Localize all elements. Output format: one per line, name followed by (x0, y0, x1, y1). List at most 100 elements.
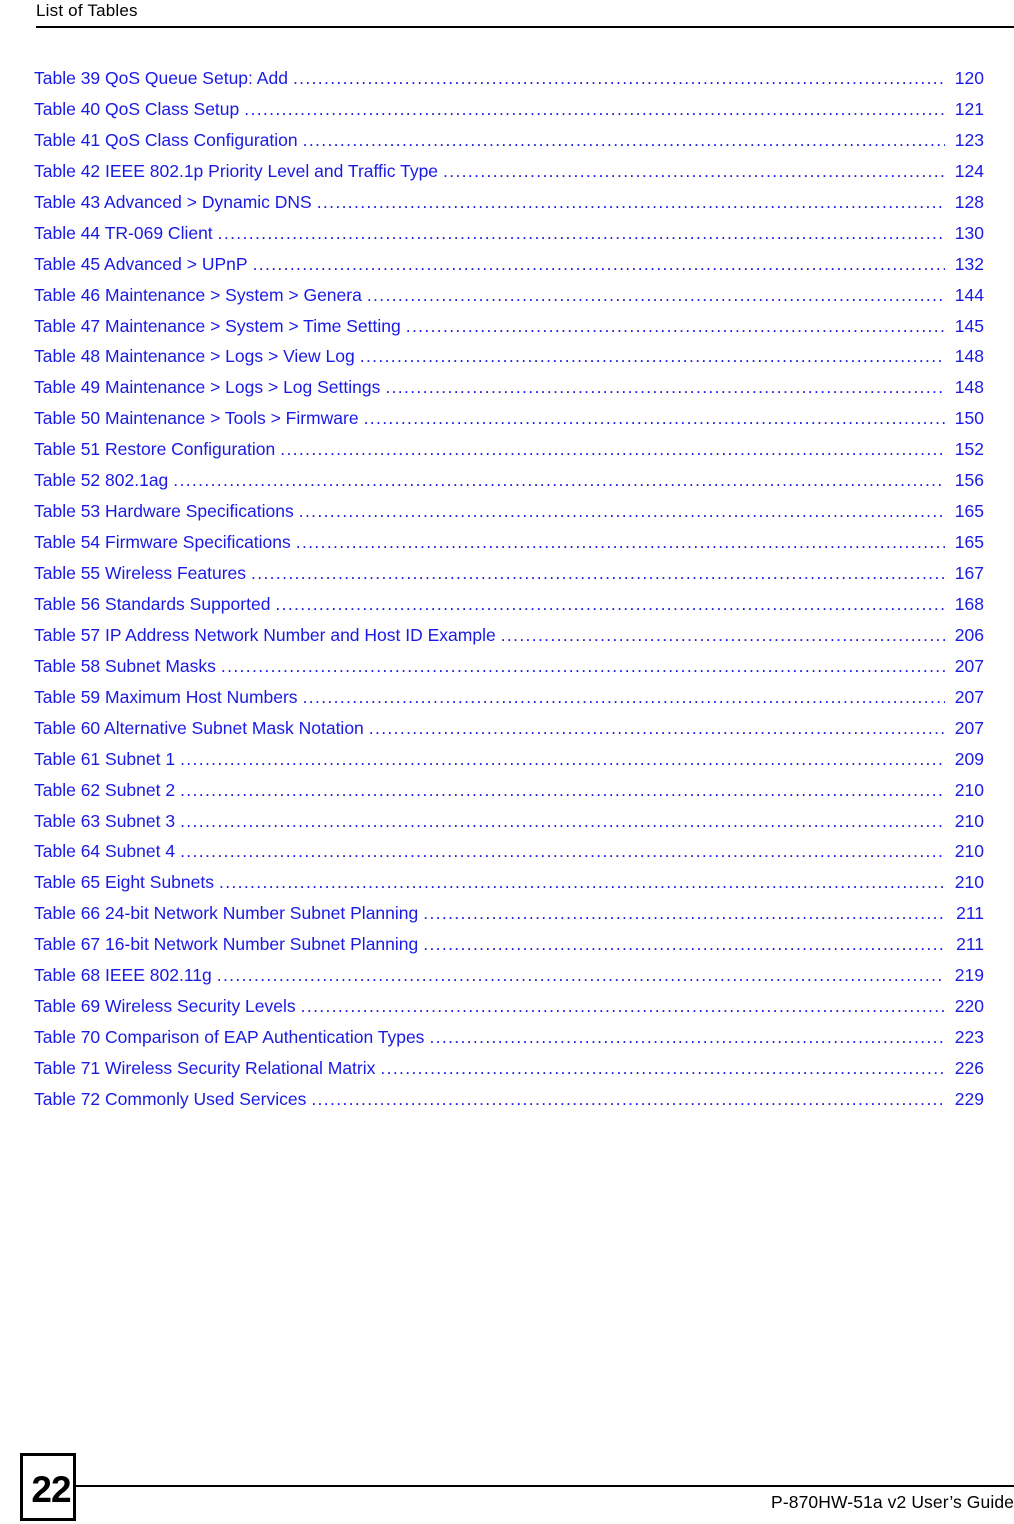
toc-dot-leader (429, 1029, 945, 1047)
toc-entry[interactable]: Table 53 Hardware Specifications 165 (34, 501, 984, 532)
toc-entry-page-number: 130 (954, 222, 984, 243)
toc-dot-leader (443, 163, 945, 181)
toc-entry[interactable]: Table 52 802.1ag 156 (34, 470, 984, 501)
toc-entry[interactable]: Table 55 Wireless Features 167 (34, 563, 984, 594)
toc-entry-title: Table 70 Comparison of EAP Authenticatio… (34, 1027, 425, 1048)
toc-entry[interactable]: Table 62 Subnet 2 210 (34, 780, 984, 811)
toc-dot-leader (299, 503, 945, 521)
toc-dot-leader (385, 379, 945, 397)
toc-entry[interactable]: Table 64 Subnet 4 210 (34, 841, 984, 872)
toc-entry[interactable]: Table 44 TR-069 Client 130 (34, 223, 984, 254)
toc-entry-page-number: 148 (954, 377, 984, 398)
toc-entry-title: Table 47 Maintenance > System > Time Set… (34, 315, 401, 336)
toc-entry-title: Table 63 Subnet 3 (34, 810, 176, 831)
toc-entry-page-number: 145 (954, 315, 984, 336)
toc-dot-leader (423, 905, 946, 923)
toc-entry[interactable]: Table 42 IEEE 802.1p Priority Level and … (34, 161, 984, 192)
toc-entry-title: Table 44 TR-069 Client (34, 222, 213, 243)
toc-dot-leader (173, 472, 945, 490)
toc-entry[interactable]: Table 71 Wireless Security Relational Ma… (34, 1058, 984, 1089)
toc-entry[interactable]: Table 67 16-bit Network Number Subnet Pl… (34, 934, 984, 965)
toc-dot-leader (218, 225, 945, 243)
toc-entry[interactable]: Table 56 Standards Supported 168 (34, 594, 984, 625)
toc-entry[interactable]: Table 63 Subnet 3 210 (34, 811, 984, 842)
toc-entry-title: Table 69 Wireless Security Levels (34, 996, 296, 1017)
toc-entry[interactable]: Table 72 Commonly Used Services 229 (34, 1089, 984, 1120)
toc-entry[interactable]: Table 40 QoS Class Setup 121 (34, 99, 984, 130)
toc-entry-page-number: 144 (954, 284, 984, 305)
toc-dot-leader (253, 256, 945, 274)
toc-entry[interactable]: Table 48 Maintenance > Logs > View Log 14… (34, 346, 984, 377)
toc-entry[interactable]: Table 66 24-bit Network Number Subnet Pl… (34, 903, 984, 934)
toc-entry-title: Table 46 Maintenance > System > Genera (34, 284, 362, 305)
toc-dot-leader (369, 720, 945, 738)
toc-entry[interactable]: Table 39 QoS Queue Setup: Add 120 (34, 68, 984, 99)
toc-dot-leader (303, 689, 945, 707)
toc-entry[interactable]: Table 46 Maintenance > System > Genera 14… (34, 285, 984, 316)
toc-entry-title: Table 67 16-bit Network Number Subnet Pl… (34, 934, 419, 955)
toc-entry[interactable]: Table 41 QoS Class Configuration 123 (34, 130, 984, 161)
toc-entry-page-number: 156 (954, 470, 984, 491)
toc-entry-title: Table 49 Maintenance > Logs > Log Settin… (34, 377, 381, 398)
toc-entry[interactable]: Table 65 Eight Subnets 210 (34, 872, 984, 903)
toc-dot-leader (364, 410, 945, 428)
toc-entry-page-number: 206 (954, 624, 984, 645)
toc-dot-leader (311, 1091, 945, 1109)
toc-entry-page-number: 211 (956, 934, 984, 955)
toc-entry[interactable]: Table 68 IEEE 802.11g 219 (34, 965, 984, 996)
toc-entry-title: Table 64 Subnet 4 (34, 841, 176, 862)
toc-entry[interactable]: Table 69 Wireless Security Levels 220 (34, 996, 984, 1027)
toc-entry-title: Table 57 IP Address Network Number and H… (34, 624, 496, 645)
toc-dot-leader (367, 287, 945, 305)
toc-entry[interactable]: Table 70 Comparison of EAP Authenticatio… (34, 1027, 984, 1058)
toc-entry[interactable]: Table 54 Firmware Specifications 165 (34, 532, 984, 563)
toc-dot-leader (180, 782, 945, 800)
toc-dot-leader (251, 565, 945, 583)
toc-entry-title: Table 50 Maintenance > Tools > Firmware (34, 408, 359, 429)
toc-entry-page-number: 168 (954, 593, 984, 614)
toc-dot-leader (293, 70, 945, 88)
toc-entry-page-number: 211 (956, 903, 984, 924)
toc-entry-page-number: 121 (954, 98, 984, 119)
toc-entry-page-number: 209 (954, 748, 984, 769)
toc-dot-leader (180, 751, 945, 769)
toc-entry-page-number: 207 (954, 655, 984, 676)
toc-entry-title: Table 65 Eight Subnets (34, 872, 214, 893)
toc-entry-title: Table 54 Firmware Specifications (34, 532, 291, 553)
toc-dot-leader (423, 936, 946, 954)
toc-entry-title: Table 71 Wireless Security Relational Ma… (34, 1058, 376, 1078)
toc-entry[interactable]: Table 43 Advanced > Dynamic DNS 128 (34, 192, 984, 223)
toc-entry-page-number: 229 (954, 1088, 984, 1109)
toc-entry[interactable]: Table 45 Advanced > UPnP 132 (34, 254, 984, 285)
toc-entry[interactable]: Table 50 Maintenance > Tools > Firmware 1… (34, 408, 984, 439)
toc-entry-title: Table 52 802.1ag (34, 470, 169, 491)
page-number: 22 (31, 1469, 71, 1510)
toc-entry[interactable]: Table 58 Subnet Masks 207 (34, 656, 984, 687)
toc-entry[interactable]: Table 49 Maintenance > Logs > Log Settin… (34, 377, 984, 408)
toc-entry[interactable]: Table 60 Alternative Subnet Mask Notatio… (34, 718, 984, 749)
toc-entry-page-number: 223 (954, 1027, 984, 1048)
toc-entry-title: Table 51 Restore Configuration (34, 439, 276, 460)
toc-entry[interactable]: Table 61 Subnet 1 209 (34, 749, 984, 780)
toc-entry-page-number: 210 (954, 841, 984, 862)
toc-dot-leader (303, 132, 945, 150)
toc-entry-title: Table 42 IEEE 802.1p Priority Level and … (34, 160, 439, 181)
toc-entry-page-number: 152 (954, 439, 984, 460)
toc-entry-page-number: 220 (954, 996, 984, 1017)
toc-entry-page-number: 132 (954, 253, 984, 274)
footer-divider (74, 1485, 1014, 1487)
toc-dot-leader (501, 627, 945, 645)
page-number-box: 22 (20, 1453, 76, 1521)
toc-entry-title: Table 66 24-bit Network Number Subnet Pl… (34, 903, 419, 924)
toc-entry[interactable]: Table 47 Maintenance > System > Time Set… (34, 316, 984, 347)
toc-entry[interactable]: Table 51 Restore Configuration 152 (34, 439, 984, 470)
document-page: List of Tables Table 39 QoS Queue Setup:… (0, 0, 1014, 1524)
toc-entry-title: Table 61 Subnet 1 (34, 748, 176, 769)
toc-entry-title: Table 60 Alternative Subnet Mask Notatio… (34, 717, 364, 738)
toc-dot-leader (244, 101, 945, 119)
toc-entry[interactable]: Table 57 IP Address Network Number and H… (34, 625, 984, 656)
toc-entry-page-number: 124 (954, 160, 984, 181)
header-divider (36, 26, 1014, 28)
toc-entry-title: Table 72 Commonly Used Services (34, 1088, 307, 1109)
toc-entry[interactable]: Table 59 Maximum Host Numbers 207 (34, 687, 984, 718)
